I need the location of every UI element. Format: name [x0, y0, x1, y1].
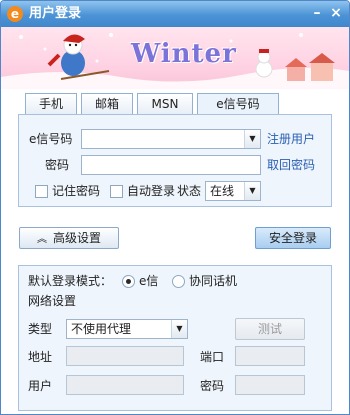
mode-phone-label: 协同话机 — [189, 274, 238, 288]
banner-title: Winter — [131, 39, 237, 69]
login-panel: e信号码 ▼ 注册用户 密码 取回密码 记住密码 自动登录 状态 在线 ▼ — [18, 114, 332, 207]
address-input[interactable] — [66, 346, 184, 366]
close-button[interactable]: × — [328, 5, 344, 21]
test-button[interactable]: 测试 — [235, 318, 305, 340]
app-logo-icon: e — [7, 6, 23, 22]
mode-e-label: e信 — [139, 274, 159, 288]
mode-phone-radio[interactable] — [172, 275, 185, 288]
winter-banner: Winter — [1, 27, 349, 89]
recover-password-link[interactable]: 取回密码 — [267, 156, 315, 174]
advanced-settings-panel: 默认登录模式： e信 协同话机 网络设置 类型 不使用代理 ▼ 测试 地址 端口… — [18, 265, 332, 411]
register-link[interactable]: 注册用户 — [267, 130, 315, 148]
account-combo[interactable]: ▼ — [81, 129, 261, 149]
window-title: 用户登录 — [29, 6, 82, 21]
password-label: 密码 — [45, 158, 70, 172]
proxy-password-label: 密码 — [200, 379, 225, 393]
advanced-settings-label: 高级设置 — [52, 231, 101, 245]
minimize-button[interactable]: – — [309, 5, 325, 21]
proxy-type-value: 不使用代理 — [71, 322, 132, 336]
proxy-password-input[interactable] — [235, 375, 305, 395]
proxy-type-label: 类型 — [28, 322, 53, 336]
double-chevron-up-icon: ︽ — [36, 234, 47, 245]
password-input[interactable] — [81, 155, 261, 175]
proxy-user-label: 用户 — [28, 379, 53, 393]
proxy-user-input[interactable] — [66, 375, 184, 395]
auto-login-label: 自动登录 — [127, 184, 176, 198]
title-bar[interactable]: e 用户登录 – × — [1, 1, 349, 27]
port-label: 端口 — [200, 350, 225, 364]
tab-email[interactable]: 邮箱 — [81, 93, 133, 115]
login-mode-label: 默认登录模式： — [28, 274, 113, 288]
chevron-down-icon[interactable]: ▼ — [244, 182, 260, 200]
login-tabs: 手机 邮箱 MSN e信号码 — [25, 93, 325, 115]
status-select[interactable]: 在线 ▼ — [205, 181, 261, 201]
login-window: e 用户登录 – × Winter 手机 邮箱 MSN e信号码 e信号码 ▼ … — [0, 0, 350, 415]
advanced-settings-button[interactable]: ︽ 高级设置 — [19, 227, 119, 249]
status-value: 在线 — [210, 184, 235, 198]
port-input[interactable] — [235, 346, 305, 366]
proxy-type-select[interactable]: 不使用代理 ▼ — [66, 319, 188, 339]
status-label: 状态 — [177, 184, 202, 198]
chevron-down-icon[interactable]: ▼ — [244, 130, 260, 148]
mode-e-radio[interactable] — [122, 275, 135, 288]
account-label: e信号码 — [29, 132, 73, 146]
auto-login-checkbox[interactable] — [110, 185, 123, 198]
network-settings-label: 网络设置 — [28, 294, 77, 308]
secure-login-button[interactable]: 安全登录 — [255, 227, 331, 249]
remember-password-label: 记住密码 — [52, 184, 101, 198]
tab-msn[interactable]: MSN — [137, 93, 193, 115]
address-label: 地址 — [28, 350, 53, 364]
remember-password-checkbox[interactable] — [35, 185, 48, 198]
tab-e-number[interactable]: e信号码 — [197, 93, 279, 115]
tab-phone[interactable]: 手机 — [25, 93, 77, 115]
chevron-down-icon[interactable]: ▼ — [171, 320, 187, 338]
